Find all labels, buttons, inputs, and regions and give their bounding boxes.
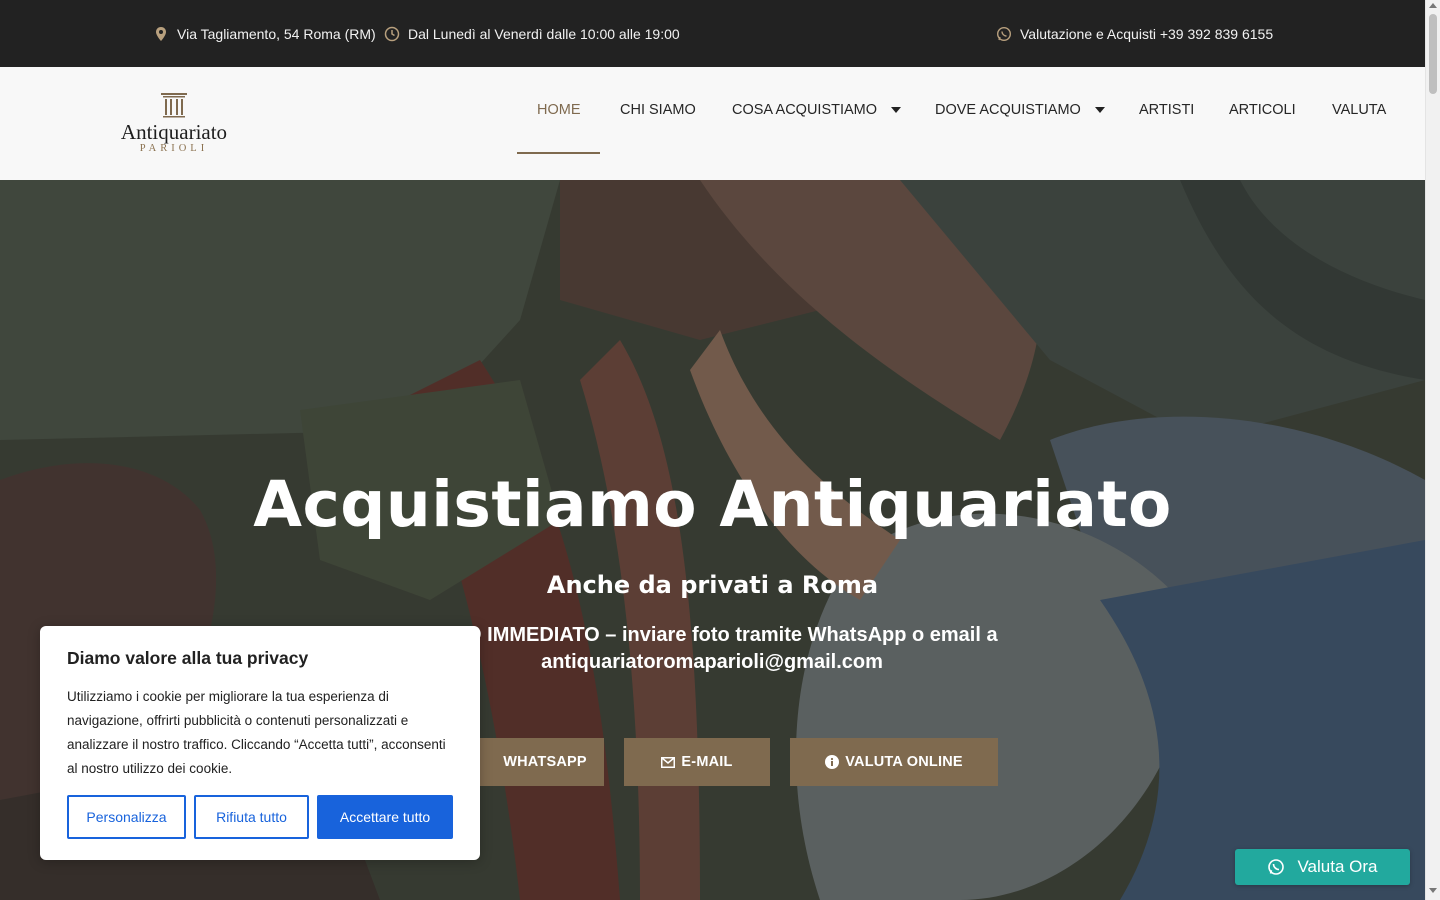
whatsapp-icon xyxy=(1268,859,1285,875)
caret-down-icon xyxy=(1094,107,1105,113)
valuta-online-button[interactable]: VALUTA ONLINE xyxy=(790,738,998,786)
reject-all-button-label: Rifiuta tutto xyxy=(216,809,287,825)
info-icon xyxy=(825,755,840,769)
scrollbar-thumb[interactable] xyxy=(1429,14,1437,94)
cookie-consent-panel: Diamo valore alla tua privacy Utilizziam… xyxy=(40,626,480,860)
cookie-description: Utilizziamo i cookie per migliorare la t… xyxy=(67,689,446,776)
hours-info: Dal Lunedì al Venerdì dalle 10:00 alle 1… xyxy=(384,0,680,67)
map-pin-icon xyxy=(156,26,166,41)
nav-valuta[interactable]: VALUTA xyxy=(1332,67,1386,153)
hours-text: Dal Lunedì al Venerdì dalle 10:00 alle 1… xyxy=(408,25,680,42)
nav-chi-siamo-label: CHI SIAMO xyxy=(620,102,696,118)
nav-home-label: HOME xyxy=(537,102,581,118)
reject-all-button[interactable]: Rifiuta tutto xyxy=(194,795,309,839)
whatsapp-icon xyxy=(996,26,1012,41)
nav-chi-siamo[interactable]: CHI SIAMO xyxy=(620,67,696,153)
main-nav: HOME CHI SIAMO COSA ACQUISTIAMO DOVE ACQ… xyxy=(0,67,1425,180)
top-bar: Via Tagliamento, 54 Roma (RM) Dal Lunedì… xyxy=(0,0,1425,67)
contact-info[interactable]: Valutazione e Acquisti +39 392 839 6155 xyxy=(996,0,1273,67)
envelope-icon xyxy=(661,756,676,768)
nav-articoli[interactable]: ARTICOLI xyxy=(1229,67,1296,153)
address-info: Via Tagliamento, 54 Roma (RM) xyxy=(153,0,376,67)
customize-button[interactable]: Personalizza xyxy=(67,795,186,839)
cookie-title: Diamo valore alla tua privacy xyxy=(67,648,309,668)
contact-text: Valutazione e Acquisti +39 392 839 6155 xyxy=(1020,25,1274,42)
nav-articoli-label: ARTICOLI xyxy=(1229,102,1296,118)
whatsapp-button-label: WHATSAPP xyxy=(503,754,587,770)
hero-title: Acquistiamo Antiquariato xyxy=(253,468,1172,541)
page-scrollbar[interactable] xyxy=(1425,0,1440,900)
nav-cosa-acquistiamo-label: COSA ACQUISTIAMO xyxy=(732,102,878,118)
nav-cosa-acquistiamo[interactable]: COSA ACQUISTIAMO xyxy=(732,67,902,153)
caret-down-icon xyxy=(891,107,902,113)
email-button[interactable]: E-MAIL xyxy=(624,738,770,786)
accept-all-button[interactable]: Accettare tutto xyxy=(317,795,453,839)
valuta-ora-floating-button[interactable]: Valuta Ora xyxy=(1235,849,1410,885)
nav-dove-acquistiamo[interactable]: DOVE ACQUISTIAMO xyxy=(935,67,1105,153)
hero-subtitle: Anche da privati a Roma xyxy=(546,571,879,599)
customize-button-label: Personalizza xyxy=(86,809,167,825)
nav-dove-acquistiamo-label: DOVE ACQUISTIAMO xyxy=(935,102,1081,118)
clock-icon xyxy=(384,26,400,41)
address-text: Via Tagliamento, 54 Roma (RM) xyxy=(177,25,376,42)
nav-home[interactable]: HOME xyxy=(537,67,581,153)
scroll-up-icon[interactable] xyxy=(1429,3,1437,8)
accept-all-button-label: Accettare tutto xyxy=(339,809,431,825)
nav-valuta-label: VALUTA xyxy=(1332,102,1387,118)
nav-active-indicator xyxy=(517,152,600,154)
nav-artisti-label: ARTISTI xyxy=(1139,102,1195,118)
valuta-online-button-label: VALUTA ONLINE xyxy=(845,754,963,770)
site-header: Antiquariato PARIOLI HOME CHI SIAMO COSA… xyxy=(0,67,1425,180)
scroll-down-icon[interactable] xyxy=(1429,888,1437,893)
valuta-ora-label: Valuta Ora xyxy=(1297,857,1378,876)
email-button-label: E-MAIL xyxy=(681,754,733,770)
nav-artisti[interactable]: ARTISTI xyxy=(1139,67,1194,153)
